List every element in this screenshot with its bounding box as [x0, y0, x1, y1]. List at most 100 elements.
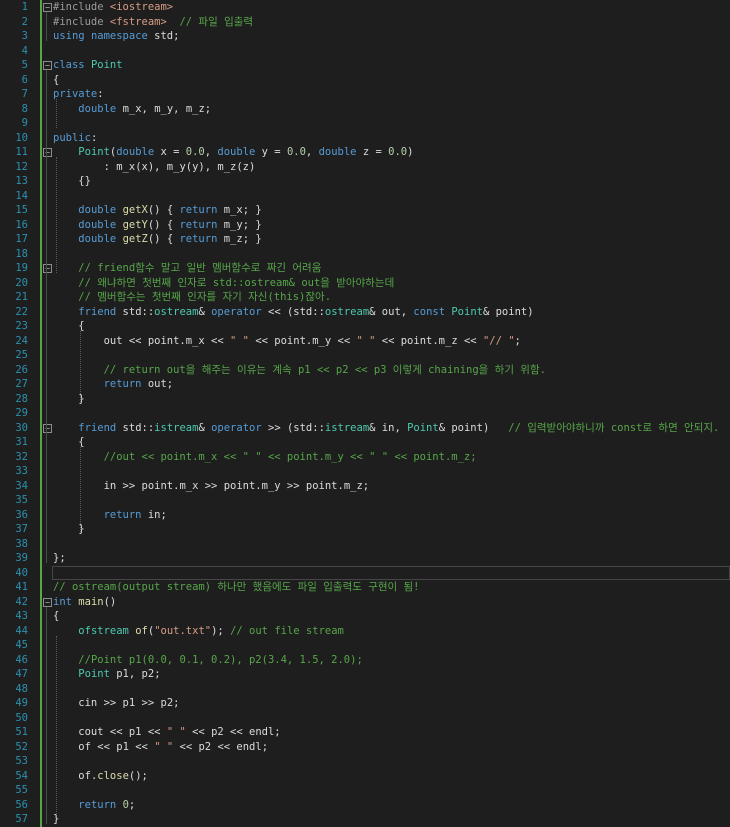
code-token: p1: [116, 740, 129, 753]
code-line[interactable]: int main(): [53, 595, 116, 610]
fold-toggle-icon[interactable]: −: [43, 423, 52, 433]
code-line[interactable]: {: [53, 435, 84, 450]
code-line[interactable]: //out << point.m_x << " " << point.m_y <…: [53, 450, 477, 465]
code-line[interactable]: };: [53, 551, 66, 566]
code-token: of: [78, 769, 91, 782]
fold-toggle-icon[interactable]: −: [43, 597, 52, 607]
code-token: << endl;: [223, 726, 281, 738]
code-token: m_x: [116, 160, 136, 173]
code-token: int: [53, 595, 72, 608]
code-line[interactable]: of << p1 << " " << p2 << endl;: [53, 740, 268, 755]
code-line[interactable]: return 0;: [53, 798, 135, 813]
code-line[interactable]: cout << p1 << " " << p2 << endl;: [53, 725, 281, 740]
code-line[interactable]: public:: [53, 131, 97, 146]
code-line[interactable]: // ostream(output stream) 하나만 했음에도 파일 입출…: [53, 580, 420, 595]
code-line[interactable]: Point(double x = 0.0, double y = 0.0, do…: [53, 145, 413, 160]
code-token: {}: [53, 175, 91, 187]
line-number: 16: [15, 218, 28, 231]
code-line[interactable]: ofstream of("out.txt"); // out file stre…: [53, 624, 344, 639]
code-line[interactable]: friend std::ostream& operator << (std::o…: [53, 305, 533, 320]
code-token: double: [217, 146, 256, 158]
code-line[interactable]: #include <fstream> // 파일 입출력: [53, 15, 253, 30]
code-token: m_x: [185, 334, 205, 347]
code-line[interactable]: {}: [53, 174, 91, 189]
code-token: out;: [141, 378, 174, 390]
code-line[interactable]: in >> point.m_x >> point.m_y >> point.m_…: [53, 479, 370, 494]
code-token: #include: [53, 1, 110, 13]
line-number: 24: [15, 334, 28, 347]
code-token: m_y: [223, 218, 243, 231]
code-line[interactable]: friend std::istream& operator >> (std::i…: [53, 421, 719, 436]
code-line[interactable]: cin >> p1 >> p2;: [53, 696, 179, 711]
code-line[interactable]: double getZ() { return m_z; }: [53, 232, 261, 247]
code-line[interactable]: return out;: [53, 377, 174, 392]
code-token: {: [53, 320, 85, 332]
code-line[interactable]: }: [53, 522, 84, 537]
fold-region-line: [46, 432, 47, 534]
code-line[interactable]: class Point: [53, 58, 123, 73]
code-line[interactable]: out << point.m_x << " " << point.m_y << …: [53, 334, 521, 349]
code-line[interactable]: Point p1, p2;: [53, 667, 160, 682]
code-token: p1: [116, 668, 129, 680]
code-line[interactable]: }: [53, 392, 84, 407]
code-token: << point.: [249, 334, 313, 347]
code-token: // return out을 해주는 이유는 계속 p1 << p2 << p3…: [103, 363, 546, 376]
code-token: m_z: [223, 233, 243, 245]
code-line[interactable]: using namespace std;: [53, 29, 179, 44]
fold-toggle-icon[interactable]: −: [43, 61, 52, 70]
code-line[interactable]: {: [53, 73, 59, 88]
fold-toggle-icon[interactable]: −: [43, 264, 52, 273]
fold-toggle-icon[interactable]: −: [43, 148, 52, 157]
code-line[interactable]: {: [53, 609, 59, 624]
current-line-highlight: [52, 565, 730, 580]
code-line[interactable]: //Point p1(0.0, 0.1, 0.2), p2(3.4, 1.5, …: [53, 653, 363, 668]
code-token: {: [53, 73, 60, 86]
code-line[interactable]: of.close();: [53, 769, 148, 784]
code-line[interactable]: : m_x(x), m_y(y), m_z(z): [53, 160, 256, 175]
line-number: 45: [15, 639, 28, 651]
code-token: //Point p1(0.0, 0.1, 0.2), p2(3.4, 1.5, …: [78, 653, 363, 666]
code-token: m_x: [179, 479, 199, 492]
line-number: 39: [15, 552, 28, 564]
code-line[interactable]: // friend함수 말고 일반 멤버함수로 짜긴 어려움: [53, 261, 321, 276]
fold-toggle-icon[interactable]: −: [43, 3, 52, 12]
code-token: // out file stream: [230, 624, 344, 637]
code-token: Point: [78, 668, 110, 680]
code-token: " ": [356, 334, 376, 347]
code-line[interactable]: // 멤버함수는 첫번째 인자를 자기 자신(this)잖아.: [53, 290, 331, 305]
code-token: (): [103, 595, 117, 608]
code-line[interactable]: #include <iostream>: [53, 0, 173, 15]
code-line[interactable]: // 왜냐하면 첫번째 인자로 std::ostream& out을 받아야하는…: [53, 276, 394, 291]
line-number: 47: [15, 668, 28, 680]
code-line[interactable]: double getY() { return m_y; }: [53, 218, 261, 233]
code-line[interactable]: {: [53, 319, 85, 334]
fold-region-line: [46, 273, 47, 404]
code-token: <<: [204, 334, 231, 347]
code-line[interactable]: double m_x, m_y, m_z;: [53, 102, 211, 117]
code-token: 0.0: [185, 146, 205, 158]
code-token: << point.: [375, 334, 439, 347]
code-token: >> (std::: [261, 421, 325, 434]
code-token: <<: [331, 334, 357, 347]
code-token: istream: [324, 421, 370, 434]
code-token: Point: [90, 59, 123, 71]
code-line[interactable]: // return out을 해주는 이유는 계속 p1 << p2 << p3…: [53, 363, 546, 378]
code-line[interactable]: }: [53, 812, 59, 827]
line-number: 48: [15, 682, 28, 695]
code-line[interactable]: return in;: [53, 508, 167, 523]
code-line[interactable]: double getX() { return m_x; }: [53, 203, 261, 218]
code-token: double: [78, 204, 117, 216]
code-editor[interactable]: 1 2 3 4 5 6 7 8 9 10 11 12 13 14 15 16 17 18 19 20 21 22 23 24 2…: [0, 0, 730, 827]
code-token: double: [318, 146, 357, 158]
code-line[interactable]: private:: [53, 87, 104, 102]
code-token: operator: [211, 421, 262, 434]
line-number: 21: [15, 291, 28, 303]
code-token: p2: [141, 668, 155, 680]
line-number: 32: [15, 450, 28, 463]
